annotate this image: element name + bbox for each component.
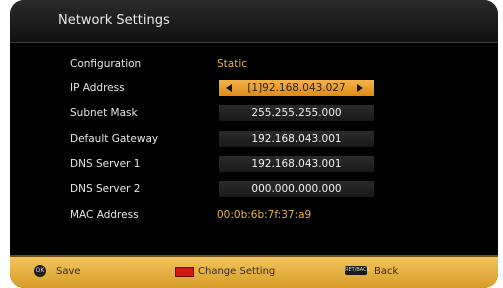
mac-address-label: MAC Address [70, 209, 139, 221]
back-key-icon: RET/BACK [345, 266, 370, 275]
network-settings-panel: Network Settings Configuration Static IP… [10, 0, 498, 288]
button-hint-bar: OK Save Change Setting RET/BACK Back [10, 255, 498, 288]
ok-button-icon: OK [34, 265, 46, 277]
back-hint-label: Back [374, 266, 399, 277]
default-gateway-field[interactable]: 192.168.043.001 [219, 131, 374, 147]
configuration-value[interactable]: Static [217, 58, 247, 70]
ip-address-value: [1]92.168.043.027 [247, 82, 346, 94]
save-hint-label: Save [56, 266, 81, 277]
default-gateway-value: 192.168.043.001 [251, 133, 342, 145]
dns-server-2-field[interactable]: 000.000.000.000 [219, 181, 374, 197]
dns-server-1-label: DNS Server 1 [70, 158, 141, 170]
default-gateway-label: Default Gateway [70, 133, 159, 145]
dns-server-1-value: 192.168.043.001 [251, 158, 342, 170]
subnet-mask-field[interactable]: 255.255.255.000 [219, 105, 374, 121]
page-title: Network Settings [58, 13, 170, 28]
change-setting-hint-label: Change Setting [198, 266, 276, 277]
right-arrow-icon[interactable] [357, 84, 363, 92]
ip-address-field[interactable]: [1]92.168.043.027 [219, 80, 374, 96]
dns-server-2-value: 000.000.000.000 [251, 183, 342, 195]
ip-address-label: IP Address [70, 82, 125, 94]
mac-address-value: 00:0b:6b:7f:37:a9 [217, 209, 312, 221]
configuration-label: Configuration [70, 58, 142, 70]
left-arrow-icon[interactable] [226, 84, 232, 92]
dns-server-2-label: DNS Server 2 [70, 183, 141, 195]
subnet-mask-value: 255.255.255.000 [251, 107, 342, 119]
red-key-icon [175, 267, 194, 277]
dns-server-1-field[interactable]: 192.168.043.001 [219, 156, 374, 172]
subnet-mask-label: Subnet Mask [70, 107, 138, 119]
title-bar: Network Settings [10, 0, 498, 43]
